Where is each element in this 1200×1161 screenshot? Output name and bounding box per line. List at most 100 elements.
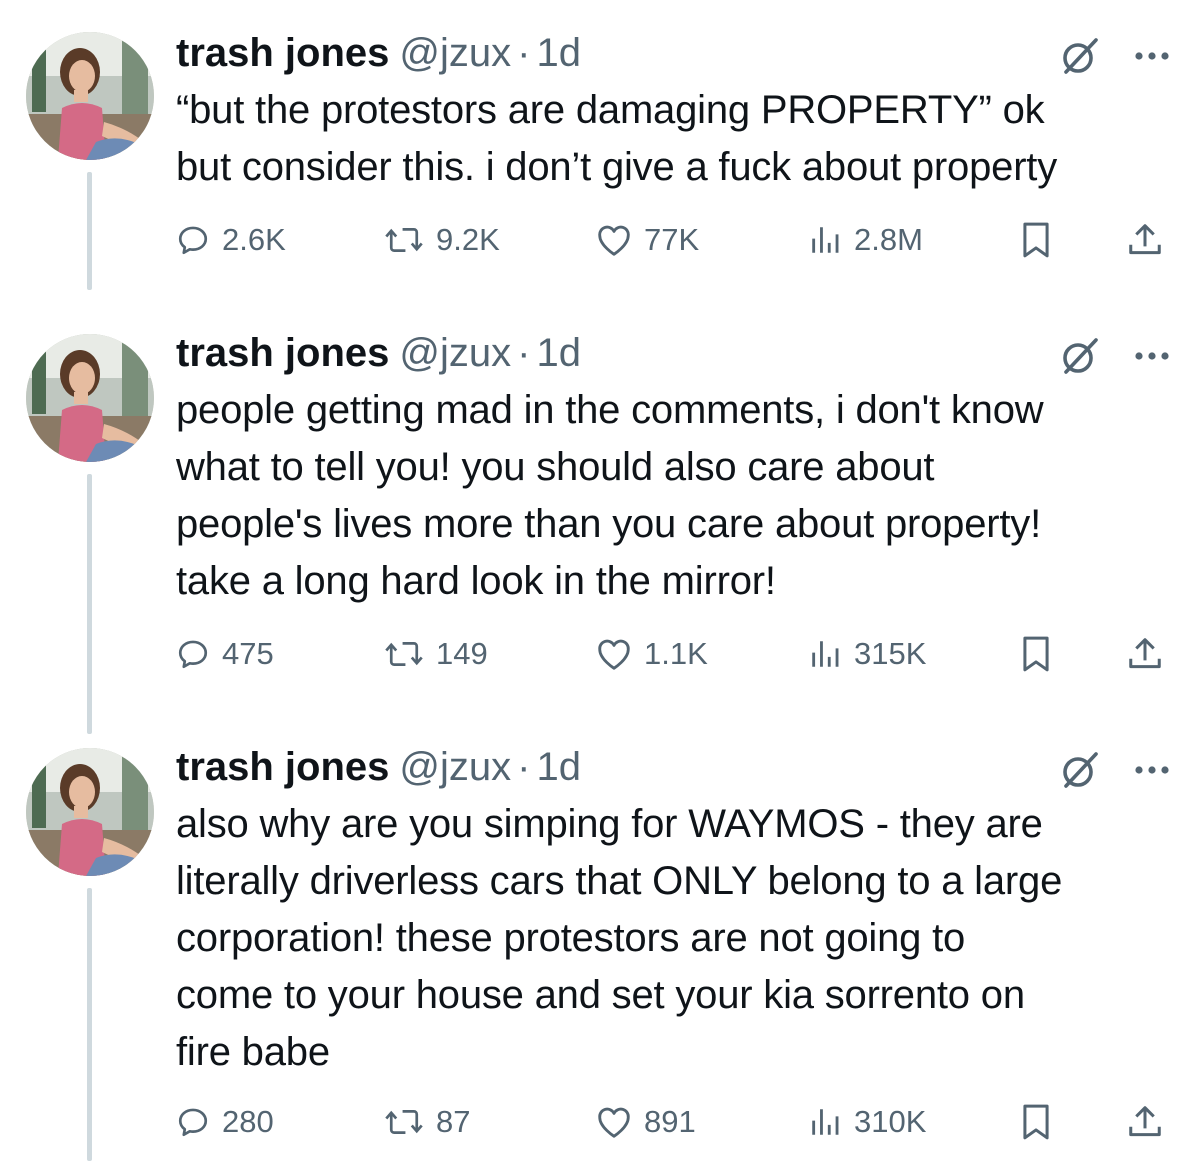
views-icon: [812, 227, 839, 253]
reply-count: 280: [222, 1104, 274, 1139]
reply-count: 2.6K: [222, 222, 286, 257]
tweet-text-line: corporation! these protestors are not go…: [176, 916, 966, 960]
author-name[interactable]: trash jones: [176, 30, 389, 76]
separator-dot: ·: [517, 745, 531, 789]
views-count: 2.8M: [854, 222, 923, 257]
author-handle[interactable]: @jzux: [399, 30, 511, 76]
tweet-text: “but the protestors are damaging PROPERT…: [176, 82, 1170, 196]
author-name[interactable]: trash jones: [176, 744, 389, 790]
avatar-image: [26, 334, 154, 462]
retweet-count: 9.2K: [436, 222, 500, 257]
views-icon: [812, 641, 839, 667]
views-button[interactable]: 315K: [808, 632, 926, 676]
avatar[interactable]: [26, 334, 154, 462]
like-icon: [598, 1107, 630, 1138]
retweet-count: 149: [436, 636, 488, 671]
bookmark-button[interactable]: [1020, 632, 1052, 676]
tweet-text-line: fire babe: [176, 1030, 330, 1074]
share-button[interactable]: [1126, 632, 1164, 676]
like-count: 891: [644, 1104, 696, 1139]
like-count: 77K: [644, 222, 700, 257]
reply-icon: [178, 226, 208, 255]
share-icon: [1129, 1106, 1161, 1137]
tweet-content: trash jones @jzux · 1d “but the protesto…: [176, 30, 1170, 196]
tweet-content: trash jones @jzux · 1d also why are you …: [176, 744, 1170, 1081]
tweet-actions: 475 149 1.1K 315K: [176, 632, 1170, 676]
bookmark-button[interactable]: [1020, 1100, 1052, 1144]
like-button[interactable]: 1.1K: [596, 632, 708, 676]
more-icon[interactable]: [1134, 350, 1170, 362]
avatar[interactable]: [26, 748, 154, 876]
author-handle[interactable]: @jzux: [399, 330, 511, 376]
bookmark-icon: [1023, 1104, 1049, 1140]
tweet-actions: 280 87 891 310K: [176, 1100, 1170, 1144]
like-icon: [598, 639, 630, 670]
thread-connector: [87, 888, 92, 1161]
share-icon: [1129, 638, 1161, 669]
reply-button[interactable]: 280: [176, 1100, 274, 1144]
timestamp[interactable]: 1d: [536, 744, 581, 790]
views-count: 315K: [854, 636, 927, 671]
tweet-text-line: people getting mad in the comments, i do…: [176, 388, 1044, 432]
grok-icon[interactable]: [1060, 336, 1100, 376]
tweet-text-line: literally driverless cars that ONLY belo…: [176, 859, 1063, 903]
thread-connector: [87, 172, 92, 290]
retweet-count: 87: [436, 1104, 471, 1139]
reply-count: 475: [222, 636, 274, 671]
tweet-text-line: people's lives more than you care about …: [176, 502, 1042, 546]
tweet-text-line: come to your house and set your kia sorr…: [176, 973, 1025, 1017]
retweet-button[interactable]: 87: [384, 1100, 470, 1144]
header-actions: [1060, 36, 1170, 76]
reply-button[interactable]: 2.6K: [176, 218, 286, 262]
bookmark-icon: [1023, 636, 1049, 672]
tweet-actions: 2.6K 9.2K 77K 2.8M: [176, 218, 1170, 262]
author-name[interactable]: trash jones: [176, 330, 389, 376]
tweet-text-line: take a long hard look in the mirror!: [176, 559, 776, 603]
tweet-header: trash jones @jzux · 1d: [176, 744, 1170, 790]
thread: trash jones @jzux · 1d “but the protesto…: [0, 0, 1200, 1161]
retweet-icon: [385, 642, 423, 666]
views-icon: [812, 1109, 839, 1135]
share-button[interactable]: [1126, 1100, 1164, 1144]
reply-button[interactable]: 475: [176, 632, 274, 676]
timestamp[interactable]: 1d: [536, 330, 581, 376]
tweet-text-line: “but the protestors are damaging PROPERT…: [176, 88, 1045, 132]
tweet-text-line: what to tell you! you should also care a…: [176, 445, 935, 489]
retweet-button[interactable]: 149: [384, 632, 488, 676]
retweet-icon: [385, 228, 423, 252]
retweet-button[interactable]: 9.2K: [384, 218, 500, 262]
reply-icon: [178, 640, 208, 669]
separator-dot: ·: [517, 31, 531, 75]
views-count: 310K: [854, 1104, 927, 1139]
retweet-icon: [385, 1110, 423, 1134]
bookmark-icon: [1023, 222, 1049, 258]
more-icon[interactable]: [1134, 764, 1170, 776]
grok-icon[interactable]: [1060, 750, 1100, 790]
tweet-content: trash jones @jzux · 1d people getting ma…: [176, 330, 1170, 610]
timestamp[interactable]: 1d: [536, 30, 581, 76]
like-button[interactable]: 77K: [596, 218, 699, 262]
grok-icon[interactable]: [1060, 36, 1100, 76]
views-button[interactable]: 310K: [808, 1100, 926, 1144]
views-button[interactable]: 2.8M: [808, 218, 923, 262]
avatar-image: [26, 748, 154, 876]
reply-icon: [178, 1108, 208, 1137]
like-button[interactable]: 891: [596, 1100, 696, 1144]
author-handle[interactable]: @jzux: [399, 744, 511, 790]
tweet-header: trash jones @jzux · 1d: [176, 30, 1170, 76]
tweet-text: people getting mad in the comments, i do…: [176, 382, 1170, 610]
header-actions: [1060, 336, 1170, 376]
more-icon[interactable]: [1134, 50, 1170, 62]
share-icon: [1129, 224, 1161, 255]
avatar-image: [26, 32, 154, 160]
tweet-text-line: also why are you simping for WAYMOS - th…: [176, 802, 1043, 846]
tweet-text: also why are you simping for WAYMOS - th…: [176, 796, 1170, 1081]
like-count: 1.1K: [644, 636, 708, 671]
header-actions: [1060, 750, 1170, 790]
share-button[interactable]: [1126, 218, 1164, 262]
bookmark-button[interactable]: [1020, 218, 1052, 262]
like-icon: [598, 225, 630, 256]
tweet-text-line: but consider this. i don’t give a fuck a…: [176, 145, 1058, 189]
tweet-header: trash jones @jzux · 1d: [176, 330, 1170, 376]
avatar[interactable]: [26, 32, 154, 160]
